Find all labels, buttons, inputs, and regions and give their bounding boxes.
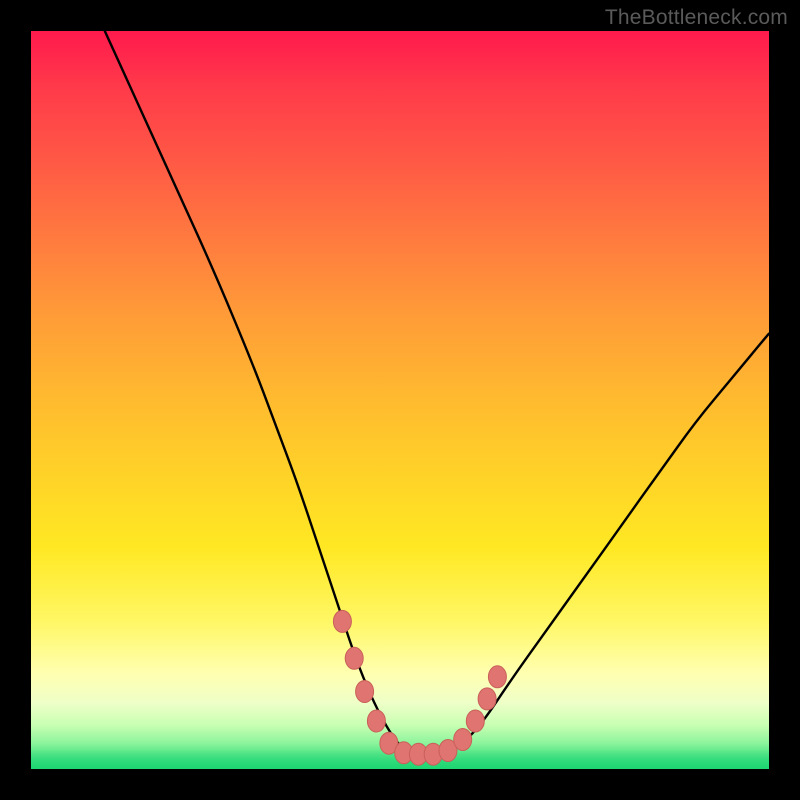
curve-path xyxy=(105,31,769,754)
curve-marker xyxy=(439,740,457,762)
curve-marker xyxy=(478,688,496,710)
curve-marker xyxy=(367,710,385,732)
curve-marker xyxy=(488,666,506,688)
curve-marker xyxy=(409,743,427,765)
curve-markers xyxy=(333,610,506,765)
curve-marker xyxy=(395,742,413,764)
curve-svg xyxy=(31,31,769,769)
curve-marker xyxy=(454,729,472,751)
curve-marker xyxy=(466,710,484,732)
curve-marker xyxy=(356,681,374,703)
curve-marker xyxy=(380,732,398,754)
watermark-text: TheBottleneck.com xyxy=(605,6,788,30)
chart-frame: TheBottleneck.com xyxy=(0,0,800,800)
plot-area xyxy=(31,31,769,769)
curve-marker xyxy=(333,610,351,632)
green-band xyxy=(31,741,769,769)
curve-marker xyxy=(345,647,363,669)
curve-marker xyxy=(424,743,442,765)
